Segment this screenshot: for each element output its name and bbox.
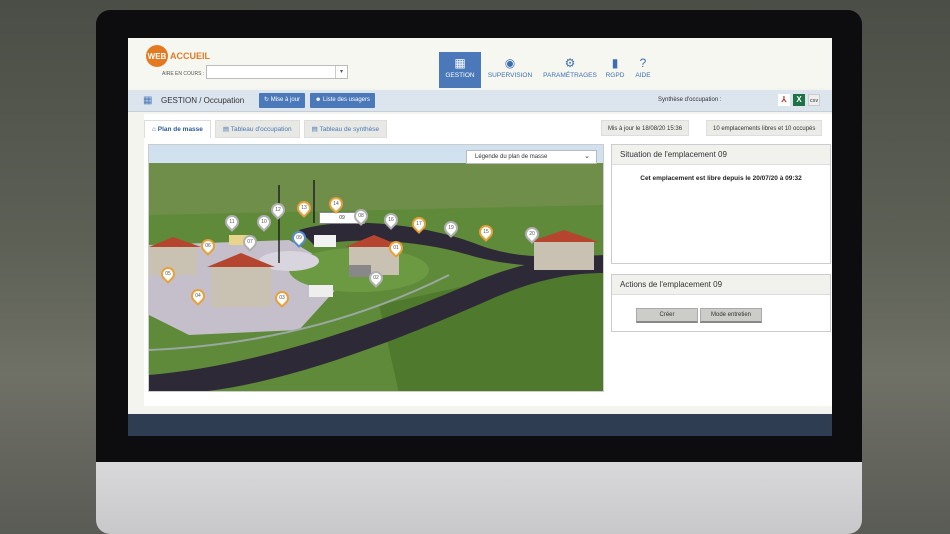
site-plan-render: [149, 145, 603, 391]
tab-tableau-occupation[interactable]: ▤ Tableau d'occupation: [214, 120, 300, 138]
nav-supervision[interactable]: ◉ SUPERVISION: [481, 52, 539, 88]
bubble-label: 09: [339, 215, 345, 221]
top-bar: WEB ACCUEIL AIRE EN COURS : ▾ ▦ GESTION …: [128, 38, 832, 88]
table-icon: ▤: [222, 126, 231, 133]
main-nav: ▦ GESTION ◉ SUPERVISION ⚙ PARAMÉTRAGES ▮…: [439, 52, 657, 88]
maintenance-mode-button[interactable]: Mode entretien: [700, 308, 762, 323]
gear-icon: ⚙: [564, 56, 576, 70]
legend-select-label: Légende du plan de masse: [475, 154, 548, 160]
refresh-icon: ↻: [264, 97, 271, 103]
nav-label: AIDE: [635, 72, 651, 79]
synthese-label: Synthèse d'occupation :: [658, 97, 722, 103]
tab-tableau-synthese[interactable]: ▤ Tableau de synthèse: [303, 120, 388, 138]
nav-gestion[interactable]: ▦ GESTION: [439, 52, 481, 88]
last-update-badge: Mis à jour le 18/08/20 15:36: [601, 120, 690, 136]
tab-label: Plan de masse: [157, 126, 203, 133]
legend-select[interactable]: Légende du plan de masse ⌄: [466, 150, 597, 164]
nav-label: RGPD: [605, 72, 625, 79]
chevron-down-icon: ▾: [335, 66, 347, 78]
sub-header: ▦ GESTION / Occupation ↻ Mise à jour ☻ L…: [128, 90, 832, 112]
users-list-label: Liste des usagers: [322, 97, 371, 103]
grid-icon: ▦: [454, 56, 466, 70]
site-plan-map[interactable]: Légende du plan de masse ⌄ 09 11 10 12 1…: [148, 144, 604, 392]
actions-panel: Actions de l'emplacement 09 Créer Mode e…: [611, 274, 831, 332]
occupancy-count-badge: 10 emplacements libres et 10 occupés: [706, 120, 823, 136]
tab-bar: ⌂ Plan de masse ▤ Tableau d'occupation ▤…: [144, 120, 391, 138]
aire-select[interactable]: ▾: [206, 65, 348, 79]
tab-label: Tableau de synthèse: [319, 126, 380, 133]
nav-parametrages[interactable]: ⚙ PARAMÉTRAGES: [539, 52, 601, 88]
excel-icon[interactable]: X: [793, 94, 805, 106]
app-screen: WEB ACCUEIL AIRE EN COURS : ▾ ▦ GESTION …: [128, 38, 832, 436]
monitor-chin: [96, 462, 862, 534]
main-content: ⌂ Plan de masse ▤ Tableau d'occupation ▤…: [144, 114, 832, 406]
document-icon: ▮: [611, 56, 619, 70]
situation-panel: Situation de l'emplacement 09 Cet emplac…: [611, 144, 831, 264]
nav-label: GESTION: [445, 72, 475, 79]
situation-message: Cet emplacement est libre depuis le 20/0…: [640, 175, 802, 182]
situation-title: Situation de l'emplacement 09: [612, 145, 830, 165]
actions-title: Actions de l'emplacement 09: [612, 275, 830, 295]
nav-rgpd[interactable]: ▮ RGPD: [601, 52, 629, 88]
aire-label: AIRE EN COURS :: [162, 71, 205, 77]
refresh-button[interactable]: ↻ Mise à jour: [259, 93, 306, 108]
logo-accueil: ACCUEIL: [170, 51, 210, 61]
refresh-label: Mise à jour: [270, 97, 301, 103]
help-icon: ?: [639, 56, 647, 70]
eye-icon: ◉: [504, 56, 516, 70]
logo[interactable]: WEB ACCUEIL: [146, 45, 210, 67]
csv-icon[interactable]: csv: [808, 94, 820, 106]
nav-label: SUPERVISION: [487, 72, 533, 79]
users-icon: ☻: [315, 97, 323, 103]
logo-web: WEB: [146, 45, 168, 67]
users-list-button[interactable]: ☻ Liste des usagers: [310, 93, 376, 108]
chevron-down-icon: ⌄: [584, 153, 590, 160]
tab-plan-de-masse[interactable]: ⌂ Plan de masse: [144, 120, 211, 138]
nav-aide[interactable]: ? AIDE: [629, 52, 657, 88]
pdf-icon[interactable]: ⅄: [778, 94, 790, 106]
footer-bar: [128, 414, 832, 436]
grid-icon: ▦: [143, 95, 153, 106]
breadcrumb: GESTION / Occupation: [161, 96, 245, 105]
create-button[interactable]: Créer: [636, 308, 698, 323]
nav-label: PARAMÉTRAGES: [543, 72, 597, 79]
tab-label: Tableau d'occupation: [230, 126, 292, 133]
